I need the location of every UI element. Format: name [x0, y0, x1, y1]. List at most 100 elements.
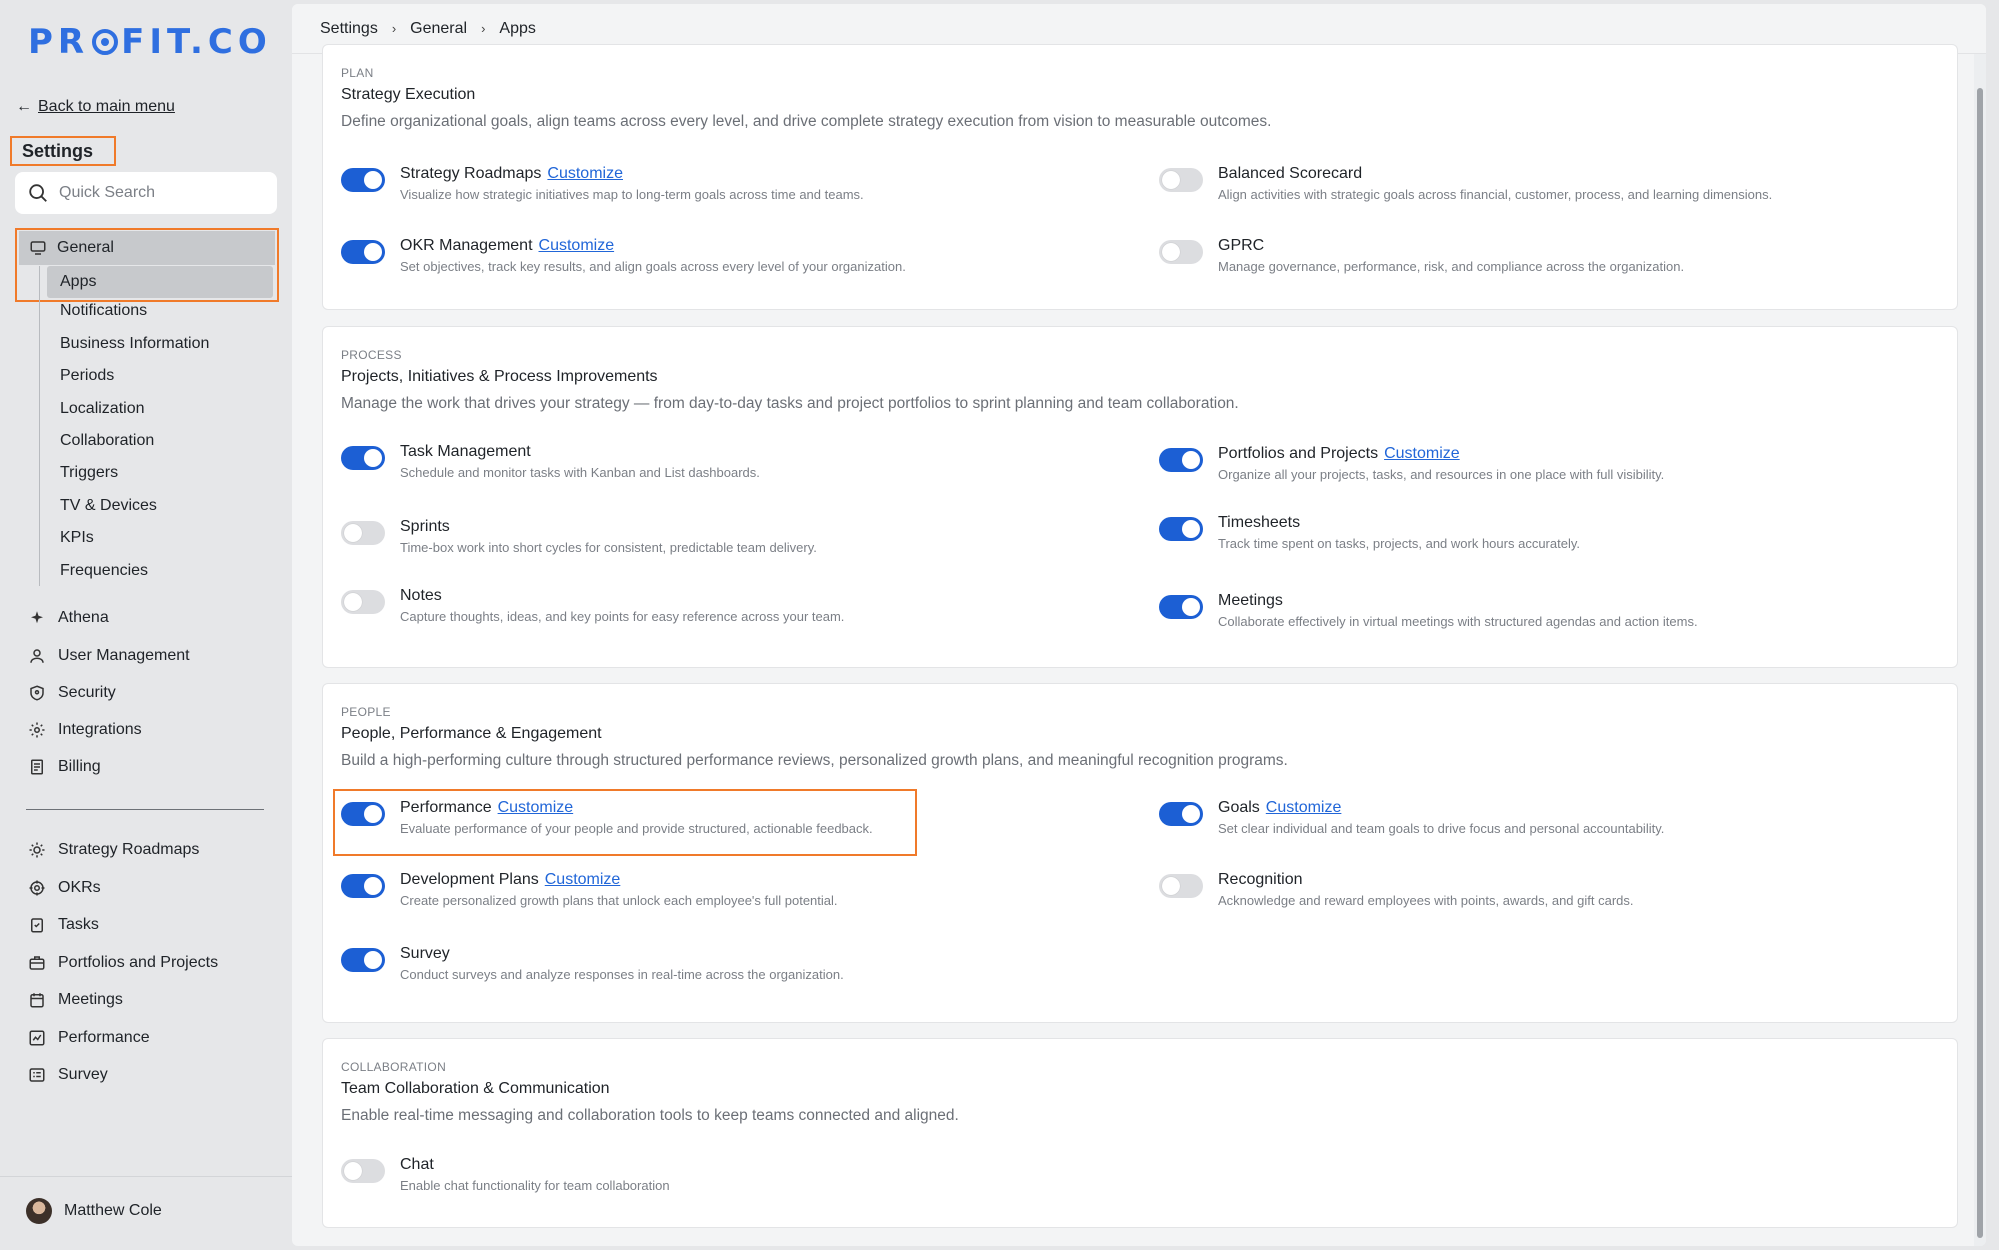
- app-description: Acknowledge and reward employees with po…: [1218, 893, 1634, 908]
- sidebar-item-collaboration[interactable]: Collaboration: [60, 432, 154, 450]
- breadcrumb-settings[interactable]: Settings: [320, 20, 378, 38]
- sidebar-item-notifications[interactable]: Notifications: [60, 302, 147, 320]
- sidebar-item-triggers[interactable]: Triggers: [60, 464, 118, 482]
- toggle-goals[interactable]: [1159, 802, 1203, 826]
- app-sprints: Sprints Time-box work into short cycles …: [341, 518, 817, 555]
- app-meetings: Meetings Collaborate effectively in virt…: [1159, 592, 1698, 629]
- sidebar-item-label: General: [57, 239, 114, 256]
- toggle-chat[interactable]: [341, 1159, 385, 1183]
- breadcrumb-general[interactable]: General: [410, 20, 467, 38]
- sidebar-item-apps[interactable]: Apps: [47, 266, 273, 298]
- app-name: Task Management: [400, 443, 531, 460]
- sidebar-item-security[interactable]: Security: [28, 684, 116, 702]
- scrollbar-thumb[interactable]: [1977, 88, 1983, 1238]
- sidebar-item-localization[interactable]: Localization: [60, 400, 145, 418]
- avatar: [26, 1198, 52, 1224]
- section-category: PEOPLE: [341, 705, 391, 719]
- app-name: Development Plans: [400, 871, 539, 888]
- customize-link[interactable]: Customize: [1384, 445, 1460, 462]
- app-name: GPRC: [1218, 237, 1265, 254]
- app-name: Balanced Scorecard: [1218, 165, 1363, 182]
- sidebar-item-user-management[interactable]: User Management: [28, 647, 190, 665]
- toggle-timesheets[interactable]: [1159, 517, 1203, 541]
- customize-link[interactable]: Customize: [545, 871, 621, 888]
- sidebar-item-strategy-roadmaps[interactable]: Strategy Roadmaps: [28, 841, 199, 859]
- app-name: Timesheets: [1218, 514, 1301, 531]
- quick-search-input[interactable]: Quick Search: [15, 172, 277, 214]
- sidebar-item-periods[interactable]: Periods: [60, 367, 114, 385]
- toggle-okr-management[interactable]: [341, 240, 385, 264]
- sidebar-item-performance[interactable]: Performance: [28, 1029, 150, 1047]
- monitor-icon: [30, 241, 46, 255]
- app-development-plans: Development Plans Customize Create person…: [341, 871, 838, 908]
- search-icon: [29, 184, 47, 202]
- customize-link[interactable]: Customize: [547, 165, 623, 182]
- gear-icon: [29, 722, 45, 738]
- sidebar-item-label: Integrations: [58, 721, 142, 738]
- target-icon: [29, 880, 45, 896]
- app-name: Meetings: [1218, 592, 1283, 609]
- sun-icon: [29, 842, 45, 858]
- sidebar-item-okrs[interactable]: OKRs: [28, 879, 101, 897]
- sidebar-item-kpis[interactable]: KPIs: [60, 529, 94, 547]
- sidebar-item-label: OKRs: [58, 879, 101, 896]
- toggle-task-management[interactable]: [341, 446, 385, 470]
- sidebar-item-frequencies[interactable]: Frequencies: [60, 562, 148, 580]
- sidebar-item-business-information[interactable]: Business Information: [60, 335, 209, 353]
- sidebar-item-athena[interactable]: Athena: [28, 609, 109, 627]
- sidebar-item-label: Survey: [58, 1066, 108, 1083]
- toggle-recognition[interactable]: [1159, 874, 1203, 898]
- toggle-balanced-scorecard[interactable]: [1159, 168, 1203, 192]
- toggle-survey[interactable]: [341, 948, 385, 972]
- app-name: Goals: [1218, 799, 1260, 816]
- section-people: PEOPLE People, Performance & Engagement …: [322, 683, 1958, 1023]
- sidebar-item-tv-devices[interactable]: TV & Devices: [60, 497, 157, 515]
- sidebar-item-label: Athena: [58, 609, 109, 626]
- sidebar-item-label: Strategy Roadmaps: [58, 841, 200, 858]
- sidebar-item-general[interactable]: General: [19, 231, 275, 265]
- toggle-strategy-roadmaps[interactable]: [341, 168, 385, 192]
- app-name: Portfolios and Projects: [1218, 445, 1379, 462]
- app-name: Survey: [400, 945, 450, 962]
- section-process: PROCESS Projects, Initiatives & Process …: [322, 326, 1958, 668]
- user-name: Matthew Cole: [64, 1202, 162, 1219]
- app-description: Manage governance, performance, risk, an…: [1218, 259, 1685, 274]
- app-name: Strategy Roadmaps: [400, 165, 542, 182]
- app-description: Conduct surveys and analyze responses in…: [400, 967, 844, 982]
- sidebar-item-survey[interactable]: Survey: [28, 1066, 108, 1084]
- section-title: Strategy Execution: [341, 86, 476, 103]
- toggle-performance[interactable]: [341, 802, 385, 826]
- toggle-development-plans[interactable]: [341, 874, 385, 898]
- back-to-main-menu-link[interactable]: ← Back to main menu: [16, 98, 175, 116]
- toggle-gprc[interactable]: [1159, 240, 1203, 264]
- sidebar-item-billing[interactable]: Billing: [28, 758, 101, 776]
- toggle-meetings[interactable]: [1159, 595, 1203, 619]
- app-name: Chat: [400, 1156, 434, 1173]
- sidebar-item-integrations[interactable]: Integrations: [28, 721, 142, 739]
- briefcase-icon: [29, 956, 45, 970]
- customize-link[interactable]: Customize: [1266, 799, 1342, 816]
- app-description: Create personalized growth plans that un…: [400, 893, 838, 908]
- toggle-sprints[interactable]: [341, 521, 385, 545]
- profitco-logo[interactable]: PR FIT.CO: [28, 22, 272, 62]
- user-profile[interactable]: Matthew Cole: [26, 1198, 162, 1224]
- app-recognition: Recognition Acknowledge and reward emplo…: [1159, 871, 1634, 908]
- section-description: Manage the work that drives your strateg…: [341, 395, 1239, 412]
- sidebar-item-meetings[interactable]: Meetings: [28, 991, 123, 1009]
- section-plan: PLAN Strategy Execution Define organizat…: [322, 44, 1958, 310]
- app-gprc: GPRC Manage governance, performance, ris…: [1159, 237, 1684, 274]
- app-name: Performance: [400, 799, 492, 816]
- search-placeholder: Quick Search: [59, 184, 156, 201]
- app-description: Set objectives, track key results, and a…: [400, 259, 906, 274]
- app-description: Set clear individual and team goals to d…: [1218, 821, 1665, 836]
- customize-link[interactable]: Customize: [498, 799, 574, 816]
- sidebar-item-portfolios-projects[interactable]: Portfolios and Projects: [28, 954, 218, 972]
- customize-link[interactable]: Customize: [539, 237, 615, 254]
- toggle-notes[interactable]: [341, 590, 385, 614]
- chevron-right-icon: ›: [391, 21, 397, 36]
- section-category: PLAN: [341, 66, 374, 80]
- toggle-portfolios-projects[interactable]: [1159, 448, 1203, 472]
- sidebar-item-tasks[interactable]: Tasks: [28, 916, 99, 934]
- app-chat: Chat Enable chat functionality for team …: [341, 1156, 670, 1193]
- app-description: Collaborate effectively in virtual meeti…: [1218, 614, 1698, 629]
